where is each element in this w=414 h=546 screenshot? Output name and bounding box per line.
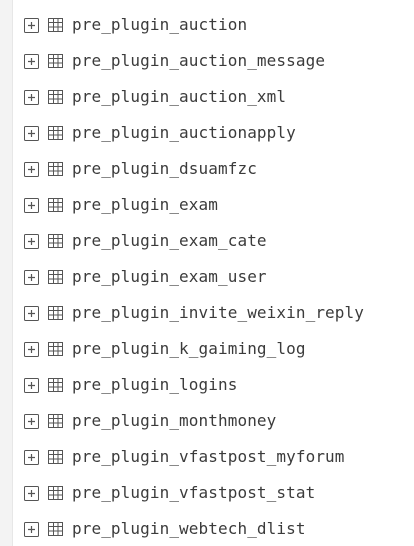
table-icon: [48, 198, 63, 212]
tree-item[interactable]: pre_plugin_auction: [24, 7, 414, 43]
expand-plus-icon[interactable]: [24, 89, 39, 105]
table-icon: [48, 414, 63, 428]
left-gutter: [0, 0, 13, 546]
table-icon: [48, 90, 63, 104]
expand-plus-icon[interactable]: [24, 485, 39, 501]
table-name: pre_plugin_auction: [72, 15, 248, 34]
table-name: pre_plugin_dsuamfzc: [72, 159, 257, 178]
table-icon: [48, 378, 63, 392]
table-name: pre_plugin_exam_cate: [72, 231, 267, 250]
table-icon: [48, 450, 63, 464]
expand-plus-icon[interactable]: [24, 17, 39, 33]
expand-plus-icon[interactable]: [24, 305, 39, 321]
tree-item[interactable]: pre_plugin_vfastpost_myforum: [24, 439, 414, 475]
table-icon: [48, 486, 63, 500]
table-icon: [48, 342, 63, 356]
table-name: pre_plugin_vfastpost_stat: [72, 483, 316, 502]
expand-plus-icon[interactable]: [24, 521, 39, 537]
tree-item[interactable]: pre_plugin_exam_user: [24, 259, 414, 295]
expand-plus-icon[interactable]: [24, 53, 39, 69]
expand-plus-icon[interactable]: [24, 269, 39, 285]
table-name: pre_plugin_exam: [72, 195, 218, 214]
database-tree-panel: pre_plugin_auction pre_plugin_auction_me…: [0, 0, 414, 546]
tree-item[interactable]: pre_plugin_k_gaiming_log: [24, 331, 414, 367]
table-icon: [48, 18, 63, 32]
table-name: pre_plugin_auction_message: [72, 51, 326, 70]
table-name: pre_plugin_auctionapply: [72, 123, 296, 142]
table-icon: [48, 126, 63, 140]
table-tree: pre_plugin_auction pre_plugin_auction_me…: [24, 7, 414, 546]
tree-item[interactable]: pre_plugin_auctionapply: [24, 115, 414, 151]
tree-item[interactable]: pre_plugin_exam_cate: [24, 223, 414, 259]
tree-item[interactable]: pre_plugin_exam: [24, 187, 414, 223]
tree-item[interactable]: pre_plugin_vfastpost_stat: [24, 475, 414, 511]
table-name: pre_plugin_vfastpost_myforum: [72, 447, 345, 466]
tree-item[interactable]: pre_plugin_auction_message: [24, 43, 414, 79]
table-icon: [48, 162, 63, 176]
table-icon: [48, 54, 63, 68]
table-icon: [48, 306, 63, 320]
tree-item[interactable]: pre_plugin_monthmoney: [24, 403, 414, 439]
tree-item[interactable]: pre_plugin_dsuamfzc: [24, 151, 414, 187]
tree-item[interactable]: pre_plugin_invite_weixin_reply: [24, 295, 414, 331]
expand-plus-icon[interactable]: [24, 161, 39, 177]
table-name: pre_plugin_exam_user: [72, 267, 267, 286]
table-name: pre_plugin_invite_weixin_reply: [72, 303, 364, 322]
expand-plus-icon[interactable]: [24, 449, 39, 465]
table-name: pre_plugin_k_gaiming_log: [72, 339, 306, 358]
tree-item[interactable]: pre_plugin_auction_xml: [24, 79, 414, 115]
table-name: pre_plugin_webtech_dlist: [72, 519, 306, 538]
table-icon: [48, 234, 63, 248]
tree-item[interactable]: pre_plugin_webtech_dlist: [24, 511, 414, 546]
expand-plus-icon[interactable]: [24, 125, 39, 141]
expand-plus-icon[interactable]: [24, 413, 39, 429]
table-name: pre_plugin_monthmoney: [72, 411, 277, 430]
expand-plus-icon[interactable]: [24, 233, 39, 249]
expand-plus-icon[interactable]: [24, 341, 39, 357]
table-icon: [48, 270, 63, 284]
tree-item[interactable]: pre_plugin_logins: [24, 367, 414, 403]
expand-plus-icon[interactable]: [24, 377, 39, 393]
table-name: pre_plugin_auction_xml: [72, 87, 287, 106]
table-icon: [48, 522, 63, 536]
expand-plus-icon[interactable]: [24, 197, 39, 213]
table-name: pre_plugin_logins: [72, 375, 238, 394]
